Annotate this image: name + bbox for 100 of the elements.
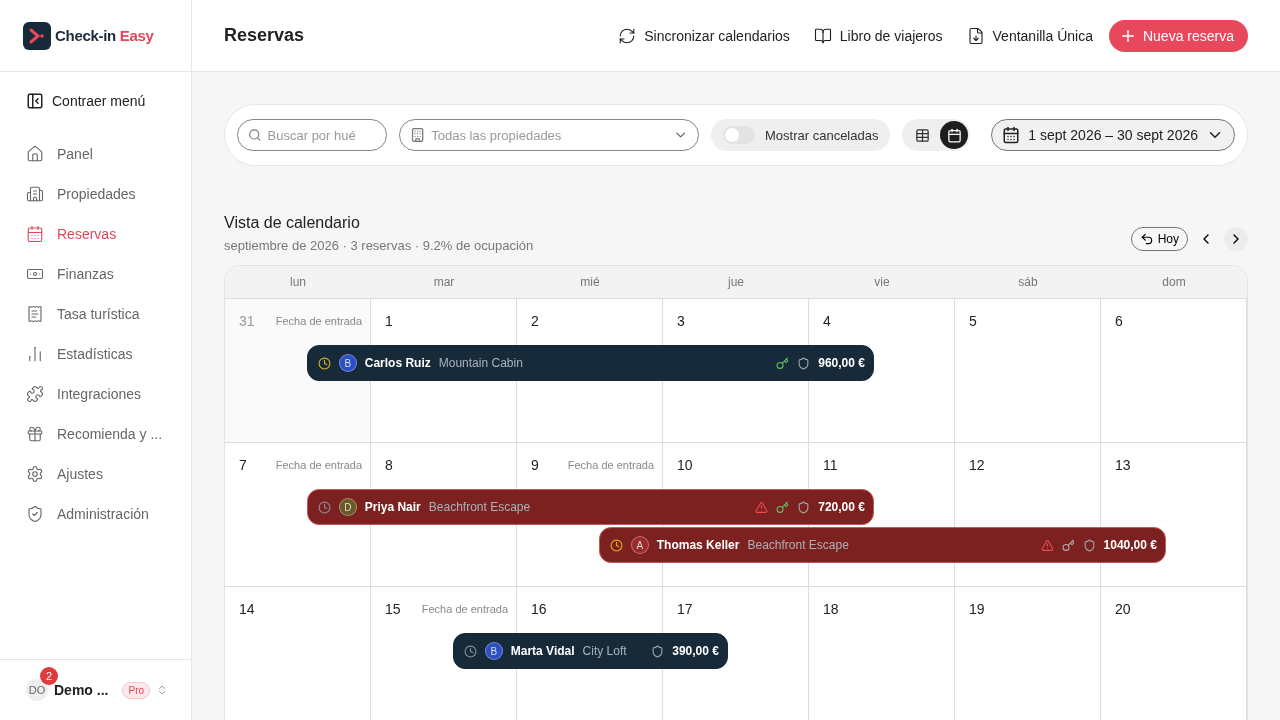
day-number: 1 xyxy=(385,313,394,329)
weekday-header: sáb xyxy=(1017,274,1039,291)
property-name: Beachfront Escape xyxy=(428,500,532,514)
brand-name: Check-in Easy xyxy=(55,27,154,44)
sidebar-item[interactable]: Finanzas xyxy=(0,254,191,294)
property-name: Beachfront Escape xyxy=(747,538,850,552)
day-number: 11 xyxy=(823,457,839,473)
calendar-summary: septiembre de 2026 · 3 reservas · 9.2% de ocupación xyxy=(224,238,534,253)
day-number: 7 xyxy=(239,457,248,473)
new-booking-button[interactable]: Nueva reserva xyxy=(1108,19,1248,52)
sidebar-item[interactable]: Ajustes xyxy=(0,454,191,494)
guest-name: Thomas Keller xyxy=(656,538,740,552)
checkin-label: Fecha de entrada xyxy=(275,315,362,327)
bar-chart-icon xyxy=(26,345,44,363)
day-number: 12 xyxy=(969,457,986,473)
day-number: 14 xyxy=(239,601,256,617)
sidebar-item[interactable]: Propiedades xyxy=(0,174,191,214)
sidebar-item[interactable]: Reservas xyxy=(0,214,191,254)
guest-avatar: A xyxy=(630,536,649,554)
weekday-header: lun xyxy=(289,274,307,291)
weekday-header: jue xyxy=(726,274,745,291)
booking-bar[interactable]: B Carlos Ruiz Mountain Cabin 960,00 € xyxy=(306,345,874,381)
property-input[interactable]: Todas las propiedades xyxy=(431,127,667,143)
header-action-button[interactable]: Libro de viajeros xyxy=(813,26,943,45)
sidebar-item[interactable]: Tasa turística xyxy=(0,294,191,334)
booking-bar[interactable]: D Priya Nair Beachfront Escape 720,00 € xyxy=(306,489,874,525)
day-number: 19 xyxy=(969,601,986,617)
checkin-label: Fecha de entrada xyxy=(567,459,654,471)
day-number: 20 xyxy=(1115,601,1132,617)
sidebar-item[interactable]: Recomienda y ... xyxy=(0,414,191,454)
day-number: 13 xyxy=(1115,457,1132,473)
day-number: 8 xyxy=(385,457,394,473)
notification-badge: 2 xyxy=(40,667,58,685)
settings-icon xyxy=(26,465,44,483)
house-icon xyxy=(26,145,44,163)
day-number: 10 xyxy=(677,457,694,473)
guest-name: Priya Nair xyxy=(364,500,421,514)
header-action-button[interactable]: Ventanilla Única xyxy=(966,26,1093,45)
property-name: Mountain Cabin xyxy=(438,356,524,370)
checkin-label: Fecha de entrada xyxy=(421,603,508,615)
guest-name: Marta Vidal xyxy=(510,644,575,658)
user-name: Demo ... xyxy=(54,682,109,698)
calendar-icon xyxy=(946,127,962,143)
sidebar-item[interactable]: Administración xyxy=(0,494,191,534)
shield-icon xyxy=(1082,538,1096,552)
building-icon xyxy=(26,185,44,203)
weekday-header: mar xyxy=(432,274,456,291)
day-number: 9 xyxy=(531,457,540,473)
guest-avatar: D xyxy=(338,498,357,516)
sidebar-item[interactable]: Panel xyxy=(0,134,191,174)
day-number: 16 xyxy=(531,601,548,617)
day-number: 15 xyxy=(385,601,402,617)
day-number: 2 xyxy=(531,313,540,329)
shield-icon xyxy=(797,356,811,370)
booking-price: 960,00 € xyxy=(818,356,865,370)
shield-icon xyxy=(651,644,665,658)
calendar-view-button[interactable] xyxy=(940,121,969,149)
undo-icon xyxy=(1139,232,1154,246)
search-icon xyxy=(248,127,262,143)
collapse-icon xyxy=(26,92,44,110)
day-number: 18 xyxy=(823,601,840,617)
day-number: 3 xyxy=(677,313,686,329)
weekday-header: vie xyxy=(873,274,891,291)
sidebar-item[interactable]: Integraciones xyxy=(0,374,191,414)
logo-icon xyxy=(23,21,51,50)
day-number: 4 xyxy=(823,313,832,329)
calendar-icon xyxy=(26,225,44,243)
next-button[interactable] xyxy=(1224,227,1248,251)
booking-bar[interactable]: B Marta Vidal City Loft 390,00 € xyxy=(452,633,728,669)
switch[interactable] xyxy=(723,126,755,144)
sidebar-item[interactable]: Estadísticas xyxy=(0,334,191,374)
gift-icon xyxy=(26,425,44,443)
receipt-icon xyxy=(26,305,44,323)
booking-bar[interactable]: A Thomas Keller Beachfront Escape 1040,00 € xyxy=(598,527,1166,563)
book-icon xyxy=(813,26,832,45)
calendar-icon xyxy=(1002,126,1021,144)
day-number: 5 xyxy=(969,313,978,329)
shield-icon xyxy=(26,505,44,523)
refresh-icon xyxy=(618,26,637,45)
show-cancelled-toggle[interactable]: Mostrar canceladas xyxy=(711,119,891,151)
guest-name: Carlos Ruiz xyxy=(364,356,431,370)
page-title: Reservas xyxy=(224,25,306,46)
plan-tag: Pro xyxy=(122,681,151,699)
booking-price: 390,00 € xyxy=(672,644,719,658)
guest-avatar: B xyxy=(484,642,503,660)
weekday-header: mié xyxy=(579,274,601,291)
shield-icon xyxy=(797,500,811,514)
header-action-button[interactable]: Sincronizar calendarios xyxy=(618,26,790,45)
search-input[interactable]: Buscar por hué xyxy=(267,127,376,143)
building-icon xyxy=(410,126,426,144)
booking-price: 1040,00 € xyxy=(1103,538,1157,552)
table-icon xyxy=(914,127,930,143)
booking-price: 720,00 € xyxy=(818,500,865,514)
toggle-label: Mostrar canceladas xyxy=(765,127,879,143)
collapse-menu-button[interactable]: Contraer menú xyxy=(26,92,191,110)
file-download-icon xyxy=(966,26,985,45)
day-number: 6 xyxy=(1115,313,1124,329)
day-number: 31 xyxy=(239,313,256,329)
date-range-button[interactable]: 1 sept 2026 – 30 sept 2026 xyxy=(991,119,1235,151)
user-avatar[interactable]: DO xyxy=(26,679,48,701)
